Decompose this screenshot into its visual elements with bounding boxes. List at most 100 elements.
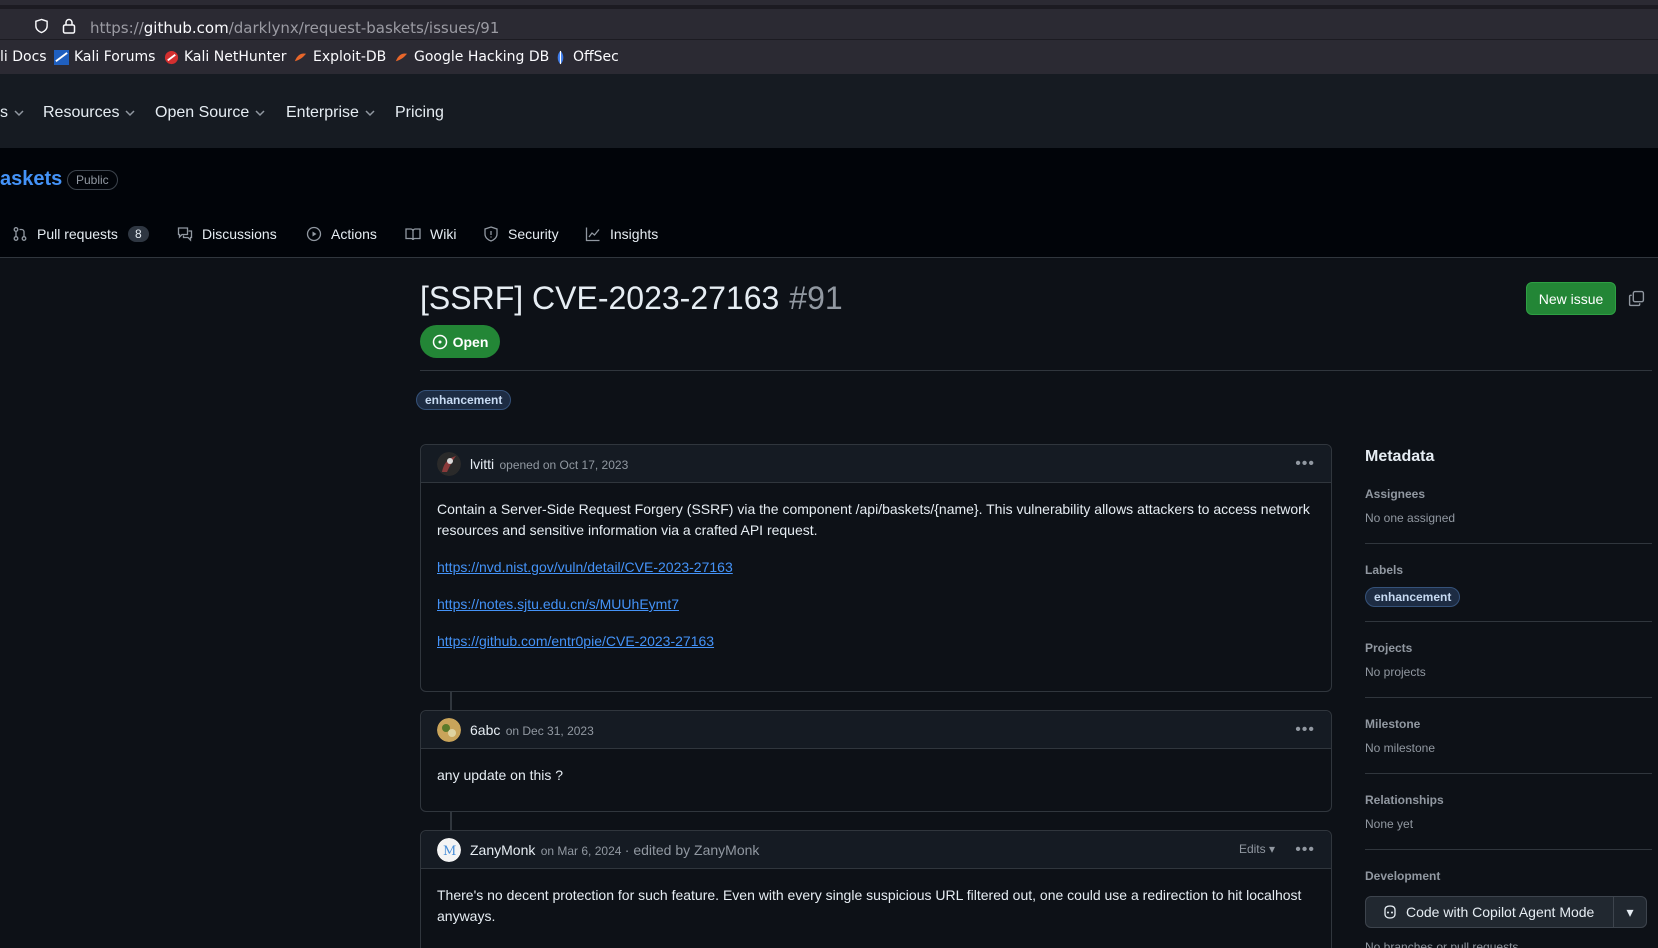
chevron-down-icon [255,110,265,117]
bookmark-ghdb[interactable]: Google Hacking DB [394,49,549,65]
sidebar-divider [1365,621,1652,622]
insights-icon [585,227,600,242]
edited-by-text: · edited by ZanyMonk [624,842,760,858]
edits-dropdown[interactable]: Edits ▾ [1239,842,1275,856]
milestone-value: No milestone [1365,741,1436,755]
security-icon [484,226,498,242]
pull-requests-count: 8 [127,226,149,242]
issue-number: #91 [789,280,843,316]
nav-open-source[interactable]: Open Source [155,104,265,122]
projects-value: No projects [1365,665,1426,679]
comment-text: any update on this ? [437,767,564,783]
github-header: s Resources Open Source Enterprise Prici… [0,74,1658,148]
nav-enterprise[interactable]: Enterprise [286,104,375,122]
wiki-icon [405,228,421,241]
tab-actions[interactable]: Actions [306,226,377,242]
comment: 6abc on Dec 31, 2023 ••• any update on t… [420,710,1332,812]
bookmarks-bar: li Docs Kali Forums Kali NetHunter Explo… [0,40,1658,74]
comment-options-icon[interactable]: ••• [1295,455,1315,473]
tab-discussions[interactable]: Discussions [177,226,277,242]
sidebar-divider [1365,849,1652,850]
url-text: https://github.com/darklynx/request-bask… [90,19,500,37]
comment-body: any update on this ? [421,749,1331,818]
relationships-heading: Relationships [1365,793,1444,807]
sidebar-relationships[interactable]: Relationships None yet [1365,793,1652,831]
tab-pull-requests[interactable]: Pull requests 8 [12,226,149,242]
actions-icon [306,226,322,242]
kali-forums-icon [54,49,69,65]
nav-pricing[interactable]: Pricing [395,104,444,122]
milestone-heading: Milestone [1365,717,1421,731]
repo-name-link[interactable]: askets [0,168,62,191]
new-issue-button[interactable]: New issue [1526,282,1616,315]
sidebar-assignees[interactable]: Assignees No one assigned [1365,487,1652,525]
comment-author[interactable]: lvitti [470,456,494,472]
kali-nethunter-icon [164,50,179,64]
issue-label-enhancement[interactable]: enhancement [416,390,512,410]
timeline-connector [450,692,452,710]
chevron-down-icon [365,110,375,117]
comment-author[interactable]: 6abc [470,722,500,738]
comment-options-icon[interactable]: ••• [1295,721,1315,739]
nvd-link[interactable]: https://nvd.nist.gov/vuln/detail/CVE-202… [437,559,733,575]
copilot-agent-button[interactable]: Code with Copilot Agent Mode ▾ [1365,896,1647,928]
svg-text:M: M [443,844,456,859]
ghdb-icon [395,52,408,61]
avatar[interactable] [437,452,461,476]
comment-header: M ZanyMonk on Mar 6, 2024 · edited by Za… [421,831,1331,869]
sidebar-divider [1365,697,1652,698]
github-poc-link[interactable]: https://github.com/entr0pie/CVE-2023-271… [437,633,714,649]
nav-solutions[interactable]: s [0,104,24,122]
nav-resources[interactable]: Resources [43,104,136,122]
copy-link-icon[interactable] [1628,290,1645,307]
relationships-value: None yet [1365,817,1414,831]
header-divider [420,370,1652,371]
bookmark-exploit-db[interactable]: Exploit-DB [293,49,386,65]
browser-url-bar: https://github.com/darklynx/request-bask… [0,0,1658,40]
copilot-agent-main[interactable]: Code with Copilot Agent Mode [1366,897,1614,927]
comment-header: lvitti opened on Oct 17, 2023 ••• [421,445,1331,483]
issue-title: [SSRF] CVE-2023-27163 #91 [420,280,843,316]
development-value: No branches or pull requests [1365,940,1519,948]
bookmark-kali-forums[interactable]: Kali Forums [54,49,155,65]
exploit-db-icon [294,52,307,61]
sidebar-label-enhancement[interactable]: enhancement [1365,587,1461,607]
sidebar-divider [1365,543,1652,544]
discussions-icon [177,227,193,242]
shield-icon [35,18,48,34]
labels-heading: Labels [1365,563,1404,577]
tab-wiki[interactable]: Wiki [405,226,456,242]
comment-meta: lvitti opened on Oct 17, 2023 [470,456,629,472]
tab-insights[interactable]: Insights [585,226,658,242]
avatar[interactable]: M [437,838,461,862]
bookmark-offsec[interactable]: OffSec [553,49,619,65]
projects-heading: Projects [1365,641,1413,655]
lock-icon [62,18,76,34]
copilot-icon [1384,905,1396,919]
comment-meta: 6abc on Dec 31, 2023 [470,722,594,738]
avatar[interactable] [437,718,461,742]
bookmark-kali-nethunter[interactable]: Kali NetHunter [164,49,286,65]
copilot-dropdown-caret-icon[interactable]: ▾ [1614,904,1646,921]
offsec-icon [557,50,564,64]
pull-request-icon [13,227,27,241]
comment-text: There's no decent protection for such fe… [437,887,1302,924]
comment-meta: ZanyMonk on Mar 6, 2024 · edited by Zany… [470,842,760,858]
tab-security[interactable]: Security [483,226,559,242]
development-heading: Development [1365,869,1441,883]
sidebar-projects[interactable]: Projects No projects [1365,641,1652,679]
repo-header: askets Public Pull requests 8 Discussions… [0,148,1658,258]
comment-header: 6abc on Dec 31, 2023 ••• [421,711,1331,749]
sjtu-notes-link[interactable]: https://notes.sjtu.edu.cn/s/MUUhEymt7 [437,596,679,612]
sidebar-development: Development [1365,869,1652,883]
bookmark-kali-docs[interactable]: li Docs [0,49,47,65]
comment-author[interactable]: ZanyMonk [470,842,535,858]
sidebar-labels[interactable]: Labels [1365,563,1652,577]
comment-options-icon[interactable]: ••• [1295,841,1315,859]
url-field[interactable]: https://github.com/darklynx/request-bask… [0,9,1658,39]
chevron-down-icon [14,110,24,117]
sidebar-milestone[interactable]: Milestone No milestone [1365,717,1652,755]
comment-body: Contain a Server-Side Request Forgery (S… [421,483,1331,684]
sidebar-divider [1365,773,1652,774]
issue-body-comment: lvitti opened on Oct 17, 2023 ••• Contai… [420,444,1332,692]
